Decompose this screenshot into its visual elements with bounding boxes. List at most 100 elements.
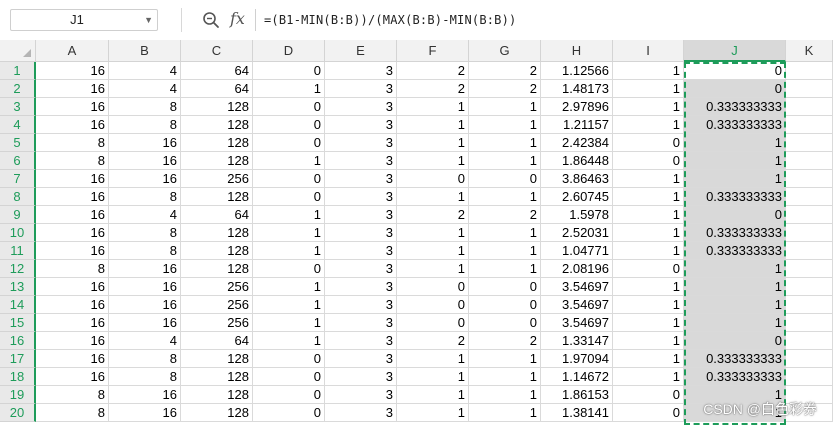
cell-f16[interactable]: 2 <box>397 332 469 350</box>
column-header-b[interactable]: B <box>109 40 181 62</box>
cell-a12[interactable]: 8 <box>36 260 109 278</box>
cell-b13[interactable]: 16 <box>109 278 181 296</box>
cell-a16[interactable]: 16 <box>36 332 109 350</box>
cell-h17[interactable]: 1.97094 <box>541 350 613 368</box>
cell-j16[interactable]: 0 <box>684 332 786 350</box>
cell-h3[interactable]: 2.97896 <box>541 98 613 116</box>
cell-h18[interactable]: 1.14672 <box>541 368 613 386</box>
cell-b5[interactable]: 16 <box>109 134 181 152</box>
cell-c18[interactable]: 128 <box>181 368 253 386</box>
cell-a5[interactable]: 8 <box>36 134 109 152</box>
cell-d6[interactable]: 1 <box>253 152 325 170</box>
column-header-i[interactable]: I <box>613 40 684 62</box>
row-header[interactable]: 7 <box>0 170 36 188</box>
row-header[interactable]: 4 <box>0 116 36 134</box>
cell-c10[interactable]: 128 <box>181 224 253 242</box>
cell-j10[interactable]: 0.333333333 <box>684 224 786 242</box>
cell-h11[interactable]: 1.04771 <box>541 242 613 260</box>
cell-d20[interactable]: 0 <box>253 404 325 422</box>
cell-j1[interactable]: 0 <box>684 62 786 80</box>
row-header[interactable]: 6 <box>0 152 36 170</box>
name-box[interactable]: J1 ▼ <box>10 9 158 31</box>
cell-k10[interactable] <box>786 224 833 242</box>
cell-h9[interactable]: 1.5978 <box>541 206 613 224</box>
cell-b15[interactable]: 16 <box>109 314 181 332</box>
row-header[interactable]: 19 <box>0 386 36 404</box>
cell-j17[interactable]: 0.333333333 <box>684 350 786 368</box>
cell-e16[interactable]: 3 <box>325 332 397 350</box>
cell-i2[interactable]: 1 <box>613 80 684 98</box>
cell-j9[interactable]: 0 <box>684 206 786 224</box>
cell-k13[interactable] <box>786 278 833 296</box>
cell-k8[interactable] <box>786 188 833 206</box>
cell-h10[interactable]: 2.52031 <box>541 224 613 242</box>
cell-f14[interactable]: 0 <box>397 296 469 314</box>
cell-e11[interactable]: 3 <box>325 242 397 260</box>
cell-e7[interactable]: 3 <box>325 170 397 188</box>
cell-g8[interactable]: 1 <box>469 188 541 206</box>
cell-k7[interactable] <box>786 170 833 188</box>
cell-b6[interactable]: 16 <box>109 152 181 170</box>
column-header-k[interactable]: K <box>786 40 833 62</box>
cell-j2[interactable]: 0 <box>684 80 786 98</box>
cell-e4[interactable]: 3 <box>325 116 397 134</box>
cell-a3[interactable]: 16 <box>36 98 109 116</box>
cell-c8[interactable]: 128 <box>181 188 253 206</box>
cell-d13[interactable]: 1 <box>253 278 325 296</box>
cell-b8[interactable]: 8 <box>109 188 181 206</box>
cell-b14[interactable]: 16 <box>109 296 181 314</box>
cell-i14[interactable]: 1 <box>613 296 684 314</box>
cell-j15[interactable]: 1 <box>684 314 786 332</box>
cell-c11[interactable]: 128 <box>181 242 253 260</box>
cell-h5[interactable]: 2.42384 <box>541 134 613 152</box>
cell-d3[interactable]: 0 <box>253 98 325 116</box>
cell-b7[interactable]: 16 <box>109 170 181 188</box>
cell-a8[interactable]: 16 <box>36 188 109 206</box>
row-header[interactable]: 10 <box>0 224 36 242</box>
cell-c12[interactable]: 128 <box>181 260 253 278</box>
cell-g7[interactable]: 0 <box>469 170 541 188</box>
cell-a13[interactable]: 16 <box>36 278 109 296</box>
cell-c9[interactable]: 64 <box>181 206 253 224</box>
cell-b17[interactable]: 8 <box>109 350 181 368</box>
fx-icon[interactable]: fx <box>230 8 245 30</box>
cell-g6[interactable]: 1 <box>469 152 541 170</box>
row-header[interactable]: 14 <box>0 296 36 314</box>
row-header[interactable]: 9 <box>0 206 36 224</box>
cell-h19[interactable]: 1.86153 <box>541 386 613 404</box>
cell-c17[interactable]: 128 <box>181 350 253 368</box>
cell-f12[interactable]: 1 <box>397 260 469 278</box>
cell-f6[interactable]: 1 <box>397 152 469 170</box>
cell-b4[interactable]: 8 <box>109 116 181 134</box>
cell-h1[interactable]: 1.12566 <box>541 62 613 80</box>
cell-a6[interactable]: 8 <box>36 152 109 170</box>
cell-a19[interactable]: 8 <box>36 386 109 404</box>
cell-i8[interactable]: 1 <box>613 188 684 206</box>
cell-d18[interactable]: 0 <box>253 368 325 386</box>
cell-b10[interactable]: 8 <box>109 224 181 242</box>
cell-f7[interactable]: 0 <box>397 170 469 188</box>
cell-h4[interactable]: 1.21157 <box>541 116 613 134</box>
cell-d8[interactable]: 0 <box>253 188 325 206</box>
column-header-d[interactable]: D <box>253 40 325 62</box>
cell-i16[interactable]: 1 <box>613 332 684 350</box>
cell-e10[interactable]: 3 <box>325 224 397 242</box>
row-header[interactable]: 2 <box>0 80 36 98</box>
row-header[interactable]: 18 <box>0 368 36 386</box>
cell-a17[interactable]: 16 <box>36 350 109 368</box>
cell-e1[interactable]: 3 <box>325 62 397 80</box>
cell-i17[interactable]: 1 <box>613 350 684 368</box>
cell-k5[interactable] <box>786 134 833 152</box>
cell-a20[interactable]: 8 <box>36 404 109 422</box>
cell-a15[interactable]: 16 <box>36 314 109 332</box>
cell-k11[interactable] <box>786 242 833 260</box>
cell-j4[interactable]: 0.333333333 <box>684 116 786 134</box>
cell-f8[interactable]: 1 <box>397 188 469 206</box>
cell-h13[interactable]: 3.54697 <box>541 278 613 296</box>
cell-d14[interactable]: 1 <box>253 296 325 314</box>
row-header[interactable]: 11 <box>0 242 36 260</box>
cell-c7[interactable]: 256 <box>181 170 253 188</box>
cell-h6[interactable]: 1.86448 <box>541 152 613 170</box>
cell-b19[interactable]: 16 <box>109 386 181 404</box>
cell-a10[interactable]: 16 <box>36 224 109 242</box>
